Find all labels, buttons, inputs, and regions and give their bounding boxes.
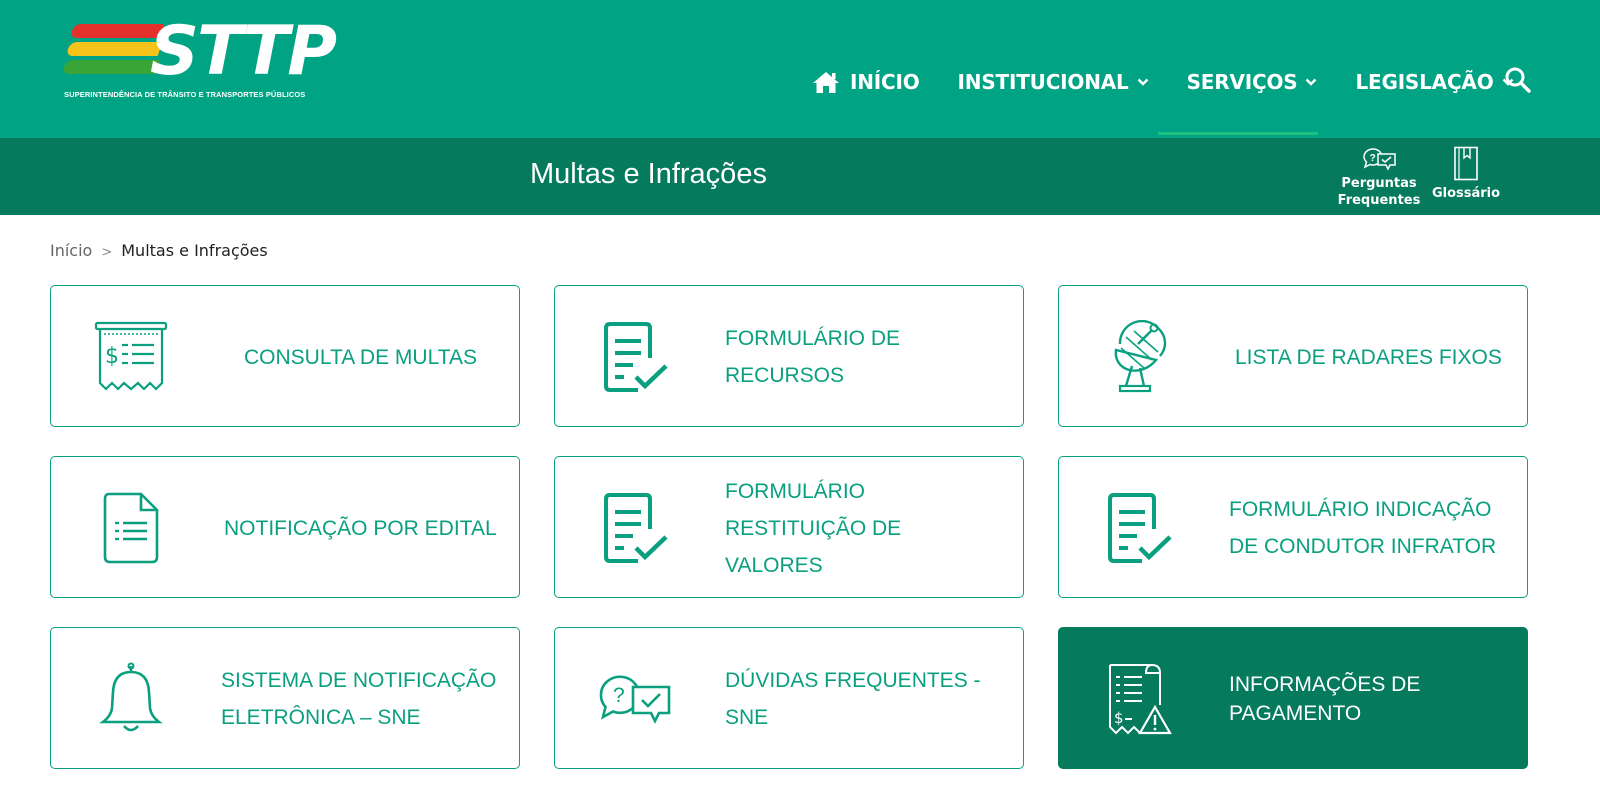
card-notificacao-edital[interactable]: NOTIFICAÇÃO POR EDITAL (50, 456, 520, 598)
nav-item-label: INSTITUCIONAL (957, 70, 1129, 94)
card-label: INFORMAÇÕES DE PAGAMENTO (1229, 673, 1421, 725)
card-consulta-multas[interactable]: $ CONSULTA DE MULTAS (50, 285, 520, 427)
page-title-bar: Multas e Infrações ? Perguntas Frequente… (0, 138, 1600, 215)
nav-item-label: INÍCIO (850, 70, 920, 94)
document-icon (91, 491, 171, 565)
card-label: FORMULÁRIO DE RECURSOS (725, 327, 901, 387)
form-check-icon (1099, 491, 1179, 565)
svg-text:$: $ (105, 344, 119, 369)
nav-item-servicos[interactable]: SERVIÇOS (1187, 70, 1318, 94)
card-informacoes-pagamento[interactable]: $ INFORMAÇÕES DE PAGAMENTO (1058, 627, 1528, 769)
breadcrumb: Início > Multas e Infrações (50, 241, 268, 260)
nav-item-legislacao[interactable]: LEGISLAÇÃO (1355, 70, 1513, 94)
glossary-link[interactable]: Glossário (1428, 146, 1504, 202)
card-label: CONSULTA DE MULTAS (244, 345, 477, 369)
nav-item-label: LEGISLAÇÃO (1355, 70, 1494, 94)
breadcrumb-home[interactable]: Início (50, 241, 92, 260)
chat-question-icon: ? (595, 662, 675, 736)
nav-item-institucional[interactable]: INSTITUCIONAL (958, 70, 1149, 94)
search-icon[interactable] (1504, 66, 1532, 94)
book-icon (1454, 146, 1478, 181)
form-check-icon (595, 491, 675, 565)
faq-chat-icon: ? (1363, 148, 1396, 171)
svg-text:?: ? (613, 684, 625, 707)
faq-label-line2: Frequentes (1337, 193, 1421, 208)
glossary-label: Glossário (1431, 186, 1501, 201)
receipt-dollar-icon: $ (91, 320, 171, 394)
radar-dish-icon (1099, 320, 1179, 394)
card-duvidas-frequentes-sne[interactable]: ? DÚVIDAS FREQUENTES - SNE (554, 627, 1024, 769)
logo-stripes (61, 24, 165, 86)
page-title: Multas e Infrações (530, 158, 767, 190)
card-label: LISTA DE RADARES FIXOS (1235, 345, 1502, 369)
bell-icon (91, 662, 171, 736)
sttp-logo[interactable]: STTP SUPERINTENDÊNCIA DE TRÂNSITO E TRAN… (61, 14, 337, 104)
logo-tagline: SUPERINTENDÊNCIA DE TRÂNSITO E TRANSPORT… (64, 90, 306, 99)
card-label: FORMULÁRIO INDICAÇÃO DE CONDUTOR INFRATO… (1229, 498, 1497, 558)
faq-label-line1: Perguntas (1341, 176, 1417, 191)
card-formulario-indicacao-condutor[interactable]: FORMULÁRIO INDICAÇÃO DE CONDUTOR INFRATO… (1058, 456, 1528, 598)
nav-item-label: SERVIÇOS (1186, 70, 1298, 94)
nav-item-inicio[interactable]: INÍCIO (812, 70, 920, 94)
card-sistema-notificacao-sne[interactable]: SISTEMA DE NOTIFICAÇÃO ELETRÔNICA – SNE (50, 627, 520, 769)
logo-wordmark: STTP (150, 12, 337, 91)
card-label: SISTEMA DE NOTIFICAÇÃO ELETRÔNICA – SNE (221, 669, 497, 729)
nav-active-underline (1158, 132, 1318, 135)
breadcrumb-separator: > (101, 245, 113, 260)
card-formulario-restituicao[interactable]: FORMULÁRIO RESTITUIÇÃO DE VALORES (554, 456, 1024, 598)
chevron-down-icon (1137, 78, 1148, 86)
svg-text:$: $ (1114, 709, 1124, 727)
card-label: DÚVIDAS FREQUENTES - SNE (725, 669, 981, 729)
card-label: NOTIFICAÇÃO POR EDITAL (224, 516, 497, 540)
site-header: STTP SUPERINTENDÊNCIA DE TRÂNSITO E TRAN… (0, 0, 1600, 138)
card-lista-radares[interactable]: LISTA DE RADARES FIXOS (1058, 285, 1528, 427)
chevron-down-icon (1306, 78, 1317, 86)
receipt-warning-icon: $ (1099, 662, 1179, 736)
home-icon (813, 72, 839, 93)
form-check-icon (595, 320, 675, 394)
faq-link[interactable]: ? Perguntas Frequentes (1334, 146, 1424, 209)
card-label: FORMULÁRIO RESTITUIÇÃO DE VALORES (725, 479, 902, 577)
card-formulario-recursos[interactable]: FORMULÁRIO DE RECURSOS (554, 285, 1024, 427)
svg-text:?: ? (1370, 153, 1376, 164)
breadcrumb-current: Multas e Infrações (121, 241, 268, 260)
main-nav: INÍCIO INSTITUCIONAL SERVIÇOS LEGISLAÇÃO (812, 62, 1552, 102)
